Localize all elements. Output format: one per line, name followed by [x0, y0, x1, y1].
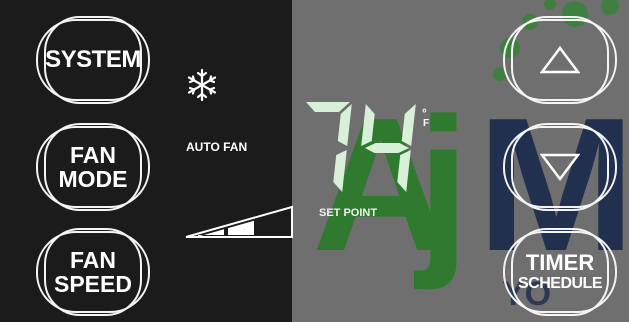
- fan-mode-button[interactable]: FAN MODE: [36, 123, 150, 211]
- digit-segment: [397, 150, 411, 192]
- decrease-temperature-button[interactable]: [503, 123, 617, 211]
- fan-speed-label-line1: FAN: [70, 246, 116, 273]
- digit-segment: [306, 102, 350, 112]
- temperature-unit: F: [423, 118, 430, 129]
- digit-segment: [333, 150, 347, 192]
- digit-segment: [401, 104, 416, 146]
- triangle-down-icon: [540, 153, 580, 181]
- system-button[interactable]: SYSTEM: [36, 16, 150, 104]
- timer-schedule-button[interactable]: TIMER SCHEDULE: [503, 228, 617, 316]
- digit-segment: [361, 104, 375, 146]
- setpoint-label: SET POINT: [319, 207, 378, 219]
- increase-temperature-button[interactable]: [503, 16, 617, 104]
- fan-speed-indicator: [185, 205, 293, 238]
- fan-mode-status: AUTO FAN: [186, 140, 248, 154]
- snowflake-icon: [187, 68, 217, 102]
- digit-segment: [365, 143, 409, 153]
- system-button-label: SYSTEM: [45, 46, 141, 74]
- schedule-label: SCHEDULE: [517, 275, 603, 293]
- fan-mode-label-line2: MODE: [58, 166, 128, 192]
- fan-speed-bar: [228, 220, 254, 235]
- setpoint-display: [306, 102, 416, 192]
- fan-speed-bars: [198, 220, 254, 237]
- thermostat-panel: A j M YO SYSTEM FAN MODE FAN SPEED AUTO …: [0, 0, 629, 322]
- timer-label: TIMER: [525, 250, 595, 276]
- fan-speed-button[interactable]: FAN SPEED: [36, 228, 150, 316]
- triangle-up-icon: [540, 46, 580, 74]
- fan-speed-label-line2: SPEED: [54, 271, 132, 297]
- setpoint-digits: [306, 102, 416, 192]
- fan-mode-label-line1: FAN: [70, 141, 116, 168]
